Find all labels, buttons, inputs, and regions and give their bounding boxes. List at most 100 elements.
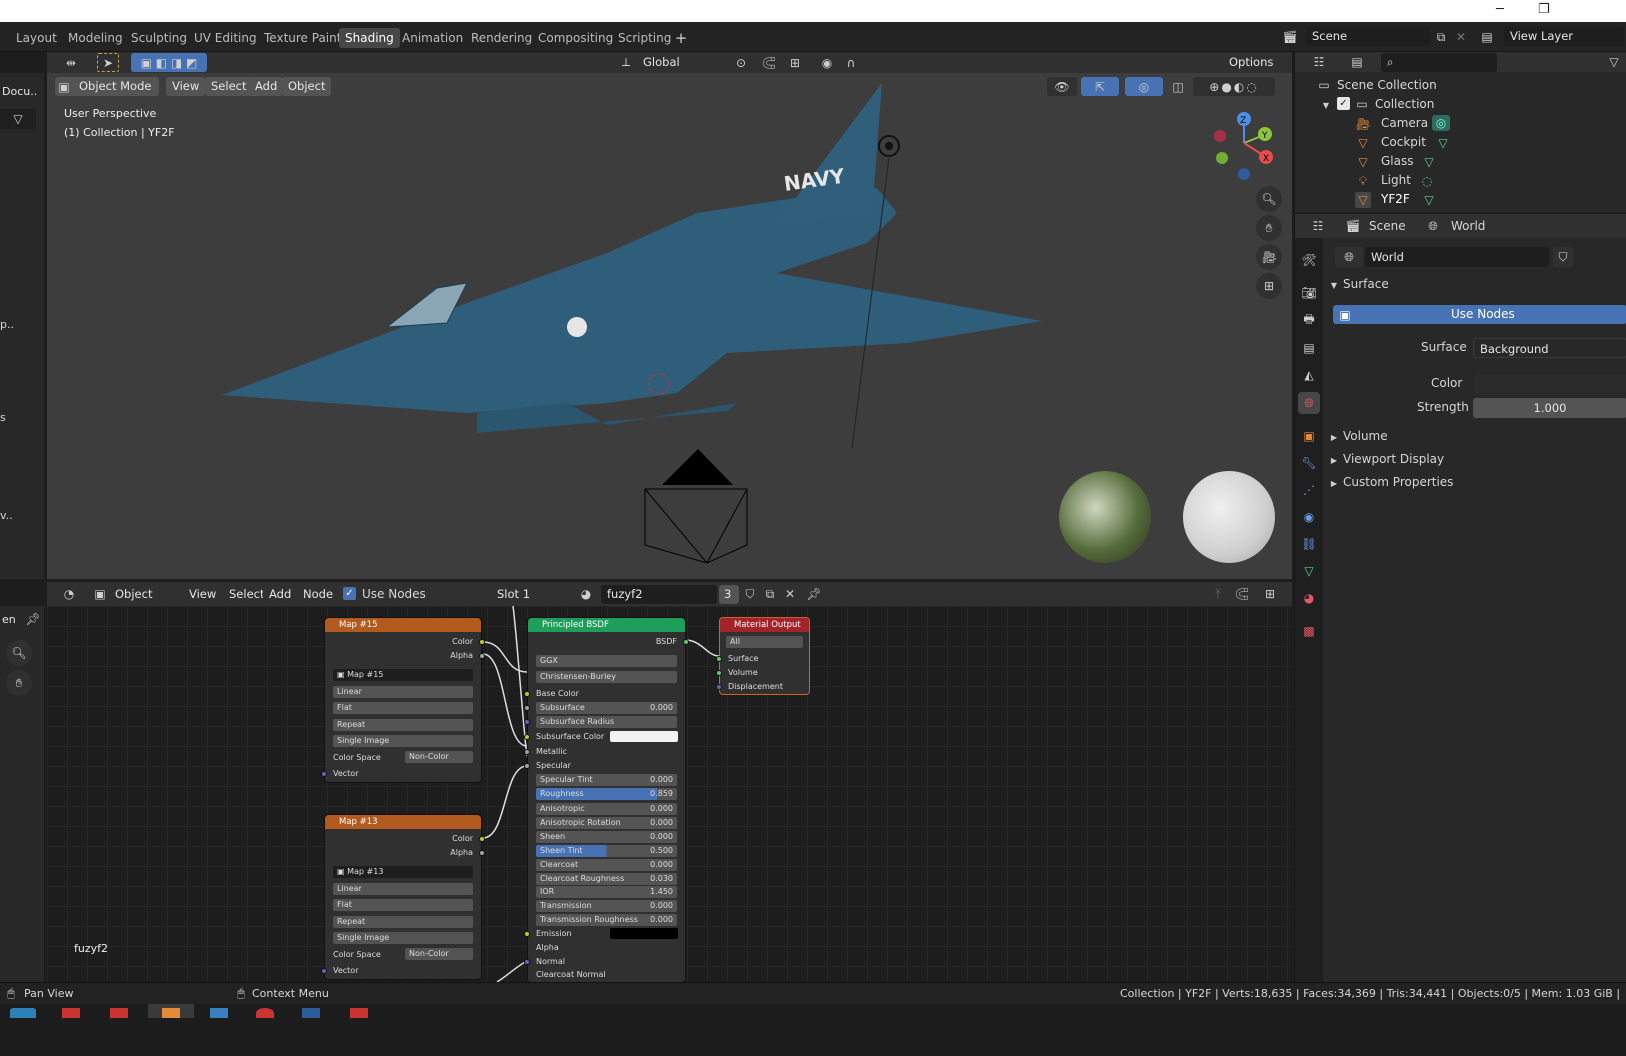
- viewport-display-panel-title[interactable]: Viewport Display: [1343, 452, 1444, 466]
- taskbar-app-icon[interactable]: [110, 1008, 128, 1018]
- snap-icon[interactable]: 🧲︎: [1233, 585, 1251, 603]
- outliner-item-yf2f[interactable]: YF2F: [1381, 192, 1410, 206]
- mesh-data-icon[interactable]: ▽: [1435, 135, 1451, 151]
- world-color-swatch[interactable]: [1473, 374, 1626, 394]
- restore-icon[interactable]: ❐: [1538, 2, 1550, 17]
- object-tab-icon[interactable]: ▣: [1299, 426, 1319, 446]
- node-editor-canvas[interactable]: Map #15 Color Alpha ▣ Map #15 Linear Fla…: [47, 606, 1292, 983]
- expand-icon[interactable]: ▼: [1321, 98, 1331, 112]
- surface-panel-title[interactable]: Surface: [1343, 277, 1389, 291]
- shader-type-dropdown[interactable]: Object: [109, 585, 173, 604]
- pin-icon[interactable]: 📌︎: [24, 610, 42, 628]
- camera-data-icon[interactable]: ◎: [1432, 115, 1450, 131]
- falloff-icon[interactable]: ∩: [837, 53, 865, 72]
- clearcoat-roughness-field[interactable]: Clearcoat Roughness 0.030: [536, 873, 677, 885]
- unlink-material-icon[interactable]: ✕: [781, 585, 799, 603]
- socket-alpha-out[interactable]: [479, 653, 485, 659]
- tab-rendering[interactable]: Rendering: [465, 28, 538, 48]
- tab-uv-editing[interactable]: UV Editing: [188, 28, 263, 48]
- node-header[interactable]: Map #13: [325, 815, 481, 829]
- sheen-field[interactable]: Sheen 0.000: [536, 831, 677, 843]
- output-target-dropdown[interactable]: All: [726, 636, 803, 648]
- light-data-icon[interactable]: ◌: [1419, 173, 1435, 189]
- outliner-search-input[interactable]: ⌕: [1381, 53, 1497, 72]
- node-menu-view[interactable]: View: [183, 585, 223, 604]
- socket-color-out[interactable]: [479, 639, 485, 645]
- socket-color-out[interactable]: [479, 836, 485, 842]
- material-tab-icon[interactable]: ◕: [1299, 588, 1319, 608]
- image-field[interactable]: ▣ Map #13: [333, 866, 473, 878]
- expand-icon[interactable]: ▶: [1329, 430, 1339, 444]
- use-nodes-checkbox[interactable]: ✓: [343, 587, 356, 600]
- interpolation-dropdown[interactable]: Linear: [333, 686, 473, 698]
- node-header[interactable]: Principled BSDF: [528, 618, 685, 632]
- view-layer-field[interactable]: View Layer: [1504, 27, 1624, 46]
- add-workspace-icon[interactable]: +: [672, 28, 690, 48]
- socket-vector-in[interactable]: [321, 968, 327, 974]
- fake-user-icon[interactable]: ⛉: [1553, 247, 1573, 267]
- select-cursor-icon[interactable]: ➤: [97, 53, 119, 72]
- taskbar-app-icon[interactable]: [62, 1008, 80, 1018]
- subsurface-field[interactable]: Subsurface 0.000: [536, 702, 677, 714]
- tab-sculpting[interactable]: Sculpting: [125, 28, 193, 48]
- material-name-field[interactable]: fuzyf2: [601, 585, 717, 604]
- mesh-data-icon[interactable]: ▽: [1421, 154, 1437, 170]
- socket-bsdf-out[interactable]: [683, 639, 689, 645]
- snap-icon[interactable]: 🧲︎: [759, 53, 779, 72]
- physics-tab-icon[interactable]: ◉: [1299, 507, 1319, 527]
- use-nodes-button[interactable]: ▣ Use Nodes: [1333, 305, 1626, 324]
- transform-pivot-icon[interactable]: ⇹: [57, 53, 85, 72]
- pin-icon[interactable]: 📌︎: [805, 585, 823, 603]
- outliner-collection[interactable]: Collection: [1375, 97, 1434, 111]
- filter-icon[interactable]: ▽: [0, 109, 36, 129]
- pivot-point-icon[interactable]: ⊙: [727, 53, 755, 72]
- source-dropdown[interactable]: Single Image: [333, 735, 473, 747]
- tab-layout[interactable]: Layout: [10, 28, 63, 48]
- pan-hand-icon[interactable]: ✋︎: [6, 670, 32, 696]
- new-scene-icon[interactable]: ⧉: [1432, 27, 1450, 47]
- particles-tab-icon[interactable]: ⋰: [1299, 480, 1319, 500]
- tab-compositing[interactable]: Compositing: [532, 28, 619, 48]
- socket-base-color-in[interactable]: [524, 691, 530, 697]
- material-output-node[interactable]: Material Output All Surface Volume Displ…: [716, 617, 810, 695]
- world-tab-icon[interactable]: 🌐︎: [1298, 392, 1320, 414]
- properties-type-icon[interactable]: ☷: [1303, 217, 1333, 235]
- tab-modeling[interactable]: Modeling: [62, 28, 129, 48]
- delete-scene-icon[interactable]: ✕: [1452, 27, 1470, 47]
- transmission-roughness-field[interactable]: Transmission Roughness 0.000: [536, 914, 677, 926]
- scene-field[interactable]: Scene: [1306, 27, 1430, 46]
- outliner-type-icon[interactable]: ☷: [1303, 53, 1335, 71]
- data-tab-icon[interactable]: ▽: [1299, 561, 1319, 581]
- render-tab-icon[interactable]: 📷︎: [1299, 283, 1319, 303]
- scene-tab-icon[interactable]: ◭: [1299, 365, 1319, 385]
- socket-subsurface-radius-in[interactable]: [524, 719, 530, 725]
- tab-scripting[interactable]: Scripting: [612, 28, 677, 48]
- anisotropic-field[interactable]: Anisotropic 0.000: [536, 803, 677, 815]
- parent-tree-icon[interactable]: ⤒: [1209, 585, 1227, 603]
- socket-subsurface-in[interactable]: [524, 705, 530, 711]
- socket-emission-in[interactable]: [524, 931, 530, 937]
- constraints-tab-icon[interactable]: ⛓︎: [1299, 534, 1319, 554]
- image-field[interactable]: ▣ Map #15: [333, 669, 473, 681]
- node-header[interactable]: Map #15: [325, 618, 481, 632]
- volume-panel-title[interactable]: Volume: [1343, 429, 1388, 443]
- node-header[interactable]: Material Output: [720, 618, 809, 632]
- ior-field[interactable]: IOR 1.450: [536, 886, 677, 898]
- material-users-count[interactable]: 3: [719, 585, 739, 604]
- node-menu-node[interactable]: Node: [297, 585, 340, 604]
- socket-specular-in[interactable]: [524, 763, 530, 769]
- subsurface-method-dropdown[interactable]: Christensen-Burley: [536, 671, 677, 683]
- world-browse-icon[interactable]: 🌐︎: [1335, 247, 1363, 267]
- snap-target-icon[interactable]: ⊞: [781, 53, 809, 72]
- hdri-preview-sphere[interactable]: [1059, 471, 1151, 563]
- color-space-dropdown[interactable]: Non-Color: [405, 751, 473, 763]
- material-preview-sphere[interactable]: [1183, 471, 1275, 563]
- anisotropic-rotation-field[interactable]: Anisotropic Rotation 0.000: [536, 817, 677, 829]
- expand-icon[interactable]: ▶: [1329, 453, 1339, 467]
- image-texture-node-map15[interactable]: Map #15 Color Alpha ▣ Map #15 Linear Fla…: [321, 617, 485, 783]
- outliner-item-camera[interactable]: Camera: [1381, 116, 1428, 130]
- color-space-dropdown[interactable]: Non-Color: [405, 948, 473, 960]
- transmission-field[interactable]: Transmission 0.000: [536, 900, 677, 912]
- socket-volume-in[interactable]: [716, 670, 722, 676]
- proportional-edit-icon[interactable]: ◉: [817, 53, 837, 72]
